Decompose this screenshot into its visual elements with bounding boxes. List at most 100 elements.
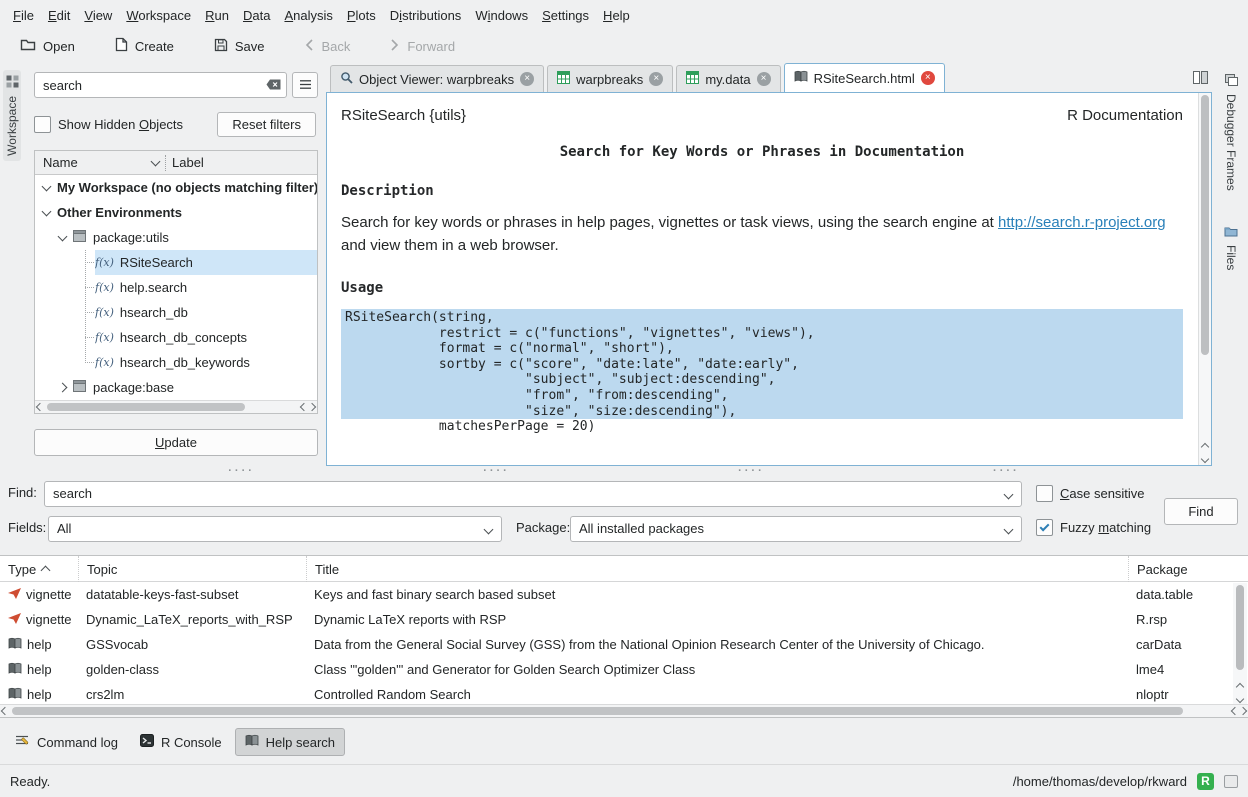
files-dock-tab[interactable]: Files (1222, 221, 1240, 274)
result-row[interactable]: help GSSvocab Data from the General Soci… (0, 632, 1248, 657)
scroll-left-icon[interactable] (1, 707, 9, 715)
column-header-type[interactable]: Type (0, 556, 78, 582)
scroll-down-icon[interactable] (1201, 455, 1209, 463)
debugger-frames-dock-tab[interactable]: Debugger Frames (1222, 70, 1240, 195)
tree-item-other-environments[interactable]: Other Environments (35, 200, 317, 225)
case-sensitive-checkbox[interactable]: Case sensitive (1036, 485, 1145, 502)
object-search-input[interactable] (34, 72, 287, 98)
column-header-package[interactable]: Package (1128, 556, 1232, 582)
column-header-topic[interactable]: Topic (78, 556, 306, 582)
chevron-down-icon[interactable] (42, 206, 52, 216)
tree-header: Name Label (35, 151, 317, 175)
chevron-right-icon[interactable] (58, 383, 68, 393)
scroll-right-icon[interactable] (308, 403, 316, 411)
tab-object-viewer-warpbreaks[interactable]: Object Viewer: warpbreaks × (330, 65, 544, 92)
close-icon[interactable]: × (649, 72, 663, 86)
filter-options-button[interactable] (292, 72, 318, 98)
usage-code-selected[interactable]: RSiteSearch(string, restrict = c("functi… (341, 309, 1183, 419)
menu-item-edit[interactable]: Edit (41, 4, 77, 27)
scroll-left-icon[interactable] (36, 403, 44, 411)
tab-my-data[interactable]: my.data × (676, 65, 780, 92)
menu-item-distributions[interactable]: Distributions (383, 4, 469, 27)
scrollbar-thumb[interactable] (1236, 585, 1244, 670)
sort-ascending-icon (41, 566, 51, 576)
tree-item-hsearch-db-keywords[interactable]: f(x)hsearch_db_keywords (35, 350, 317, 375)
scrollbar-thumb[interactable] (1201, 95, 1209, 355)
help-page-icon (8, 687, 22, 703)
find-button[interactable]: Find (1164, 498, 1238, 525)
horizontal-splitter[interactable]: ···· ···· ···· ···· (0, 466, 1248, 476)
scroll-up-icon[interactable] (1236, 683, 1244, 691)
tree-item-hsearch-db[interactable]: f(x)hsearch_db (35, 300, 317, 325)
update-button[interactable]: Update (34, 429, 318, 456)
tree-horizontal-scrollbar[interactable] (35, 400, 317, 413)
tree-item-rsitesearch[interactable]: f(x)RSiteSearch (35, 250, 317, 275)
usage-code-tail[interactable]: matchesPerPage = 20) (341, 419, 1183, 435)
menu-item-workspace[interactable]: Workspace (119, 4, 198, 27)
scroll-up-icon[interactable] (1201, 443, 1209, 451)
results-horizontal-scrollbar[interactable] (0, 704, 1248, 717)
chevron-down-icon[interactable] (58, 231, 68, 241)
workspace-dock-tab[interactable]: Workspace (3, 70, 21, 161)
chevron-down-icon[interactable] (42, 181, 52, 191)
tree-header-name[interactable]: Name (43, 155, 159, 170)
scroll-right-icon[interactable] (1239, 707, 1247, 715)
find-term-combobox[interactable]: search (44, 481, 1022, 507)
column-header-title[interactable]: Title (306, 556, 1128, 582)
tree-item-package-utils[interactable]: package:utils (35, 225, 317, 250)
scrollbar-thumb[interactable] (12, 707, 1183, 715)
tab-rsitesearch-html[interactable]: RSiteSearch.html × (784, 63, 945, 92)
result-row[interactable]: vignette Dynamic_LaTeX_reports_with_RSP … (0, 607, 1248, 632)
menu-item-run[interactable]: Run (198, 4, 236, 27)
close-icon[interactable]: × (921, 71, 935, 85)
forward-button[interactable]: Forward (384, 35, 461, 58)
document-tabbar: Object Viewer: warpbreaks × warpbreaks ×… (326, 62, 1212, 92)
right-dock-strip: Debugger Frames Files (1214, 62, 1248, 466)
open-button[interactable]: Open (14, 35, 81, 58)
close-icon[interactable]: × (757, 72, 771, 86)
search-r-project-link[interactable]: http://search.r-project.org (998, 214, 1166, 231)
forward-icon (390, 38, 400, 55)
vignette-icon (8, 612, 21, 627)
tree-item-hsearch-db-concepts[interactable]: f(x)hsearch_db_concepts (35, 325, 317, 350)
tab-warpbreaks[interactable]: warpbreaks × (547, 65, 673, 92)
reset-filters-button[interactable]: Reset filters (217, 112, 316, 137)
left-dock-strip: Workspace (0, 62, 24, 466)
scroll-down-icon[interactable] (1236, 695, 1244, 703)
close-icon[interactable]: × (520, 72, 534, 86)
menu-item-plots[interactable]: Plots (340, 4, 383, 27)
menu-item-file[interactable]: File (6, 4, 41, 27)
menu-item-analysis[interactable]: Analysis (277, 4, 339, 27)
document-vertical-scrollbar[interactable] (1198, 93, 1211, 465)
menu-item-help[interactable]: Help (596, 4, 637, 27)
scrollbar-thumb[interactable] (47, 403, 245, 411)
fuzzy-matching-checkbox[interactable]: Fuzzy matching (1036, 519, 1151, 536)
help-search-tab[interactable]: Help search (235, 728, 345, 756)
menu-item-settings[interactable]: Settings (535, 4, 596, 27)
package-combobox[interactable]: All installed packages (570, 516, 1022, 542)
fields-combobox[interactable]: All (48, 516, 502, 542)
menu-item-view[interactable]: View (77, 4, 119, 27)
tree-item-my-workspace[interactable]: My Workspace (no objects matching filter… (35, 175, 317, 200)
command-log-tab[interactable]: Command log (6, 729, 127, 755)
save-button[interactable]: Save (208, 35, 271, 58)
result-row[interactable]: vignette datatable-keys-fast-subset Keys… (0, 582, 1248, 607)
show-hidden-checkbox[interactable] (34, 116, 51, 133)
split-view-icon[interactable] (1193, 71, 1208, 87)
tree-item-help-search[interactable]: f(x)help.search (35, 275, 317, 300)
tree-item-package-base[interactable]: package:base (35, 375, 317, 400)
package-label: Package: (516, 520, 570, 535)
menu-item-windows[interactable]: Windows (468, 4, 535, 27)
results-vertical-scrollbar[interactable] (1233, 583, 1247, 704)
back-button[interactable]: Back (298, 35, 356, 58)
create-button[interactable]: Create (109, 34, 180, 58)
object-tree: Name Label My Workspace (no objects matc… (34, 150, 318, 414)
usage-heading: Usage (341, 280, 1183, 296)
r-console-tab[interactable]: R Console (131, 729, 231, 755)
clear-search-icon[interactable] (266, 79, 281, 90)
tree-header-label[interactable]: Label (172, 155, 204, 170)
result-row[interactable]: help golden-class Class '"golden"' and G… (0, 657, 1248, 682)
menu-item-data[interactable]: Data (236, 4, 277, 27)
statusbar: Ready. /home/thomas/develop/rkward R (0, 764, 1248, 797)
help-page-icon (245, 734, 259, 750)
